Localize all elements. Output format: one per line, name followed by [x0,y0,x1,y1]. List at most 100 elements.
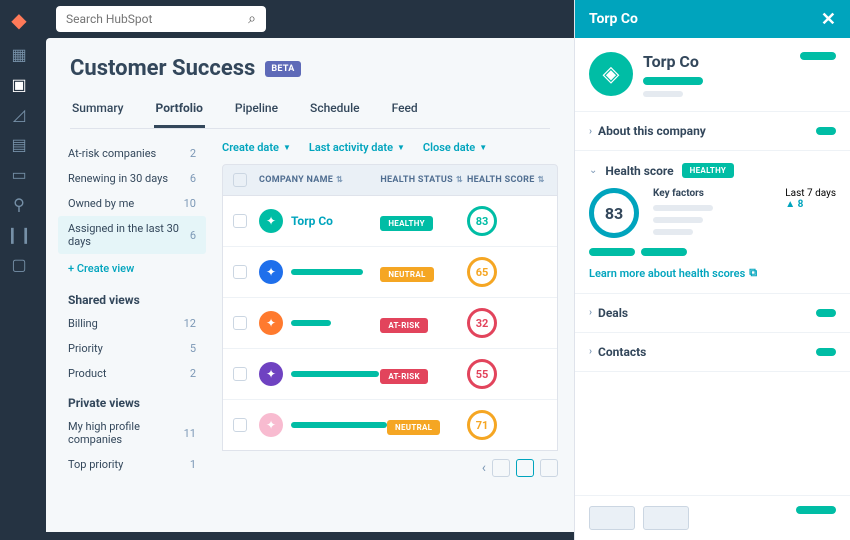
private-views-header: Private views [58,386,206,414]
score-ring: 32 [467,308,497,338]
row-checkbox[interactable] [233,316,247,330]
company-link[interactable]: Torp Co [291,214,333,228]
chevron-down-icon[interactable]: ⌄ [589,165,597,176]
sort-icon: ⇅ [456,175,463,184]
view-at-risk[interactable]: At-risk companies2 [58,141,206,166]
page-title: Customer Success [70,56,255,81]
last-7-label: Last 7 days [785,188,836,199]
page-3[interactable] [540,459,558,477]
nav-people-icon[interactable]: ⚲ [11,196,27,212]
page-header: Customer Success BETA Summary Portfolio … [46,38,574,129]
section-contacts[interactable]: ›Contacts [575,333,850,372]
view-assigned[interactable]: Assigned in the last 30 days6 [58,216,206,254]
search-input-wrap[interactable]: ⌕ [56,6,266,32]
footer-button-1[interactable] [589,506,635,530]
tab-pipeline[interactable]: Pipeline [233,95,280,128]
nav-folder-icon[interactable]: ▭ [11,166,27,182]
score-ring: 71 [467,410,497,440]
page-prev[interactable]: ‹ [482,460,486,476]
company-avatar: ✦ [259,209,283,233]
view-renewing[interactable]: Renewing in 30 days6 [58,166,206,191]
left-nav: ◆ ▦ ▣ ◿ ▤ ▭ ⚲ ❙❙ ▢ [0,0,38,540]
pagination: ‹ [222,451,558,485]
nav-box-icon[interactable]: ▢ [11,256,27,272]
panel-header: Torp Co ✕ [575,0,850,38]
section-about[interactable]: ›About this company [575,112,850,151]
chevron-right-icon: › [589,126,592,137]
chevron-right-icon: › [589,307,592,318]
section-health-score: ⌄ Health score HEALTHY 83 Key factors La… [575,151,850,294]
view-billing[interactable]: Billing12 [58,311,206,336]
row-checkbox[interactable] [233,265,247,279]
table-rows: ✦Torp Co HEALTHY 83 ✦ NEUTRAL 65 ✦ AT-RI… [222,196,558,451]
section-deals[interactable]: ›Deals [575,294,850,333]
create-view-link[interactable]: + Create view [58,254,206,283]
filter-create-date[interactable]: Create date▼ [222,141,291,154]
footer-button-2[interactable] [643,506,689,530]
nav-grid-icon[interactable]: ▦ [11,46,27,62]
sort-icon: ⇅ [336,175,343,184]
page-2[interactable] [516,459,534,477]
company-avatar: ✦ [259,413,283,437]
footer-action[interactable] [796,506,836,514]
company-name: Torp Co [643,52,790,71]
nav-send-icon[interactable]: ◿ [11,106,27,122]
list-area: Create date▼ Last activity date▼ Close d… [206,129,574,532]
company-bar [291,371,379,377]
tab-summary[interactable]: Summary [70,95,126,128]
col-score[interactable]: HEALTH SCORE⇅ [467,175,547,185]
hubspot-logo-icon[interactable]: ◆ [11,8,26,32]
view-priority[interactable]: Priority5 [58,336,206,361]
chevron-down-icon: ▼ [397,143,405,152]
table-row[interactable]: ✦ AT-RISK 32 [223,298,557,349]
tab-feed[interactable]: Feed [390,95,420,128]
stub [816,127,836,135]
table-row[interactable]: ✦Torp Co HEALTHY 83 [223,196,557,247]
view-owned[interactable]: Owned by me10 [58,191,206,216]
row-checkbox[interactable] [233,418,247,432]
row-checkbox[interactable] [233,214,247,228]
status-pill: HEALTHY [380,216,433,231]
topbar: ⌕ [38,0,574,38]
nav-doc-icon[interactable]: ▤ [11,136,27,152]
nav-contacts-icon[interactable]: ▣ [11,76,27,92]
col-status[interactable]: HEALTH STATUS⇅ [380,175,467,185]
row-checkbox[interactable] [233,367,247,381]
tab-portfolio[interactable]: Portfolio [154,95,205,128]
company-bar [643,77,703,85]
col-company[interactable]: COMPANY NAME⇅ [259,175,380,185]
nav-chart-icon[interactable]: ❙❙ [11,226,27,242]
company-avatar: ✦ [259,362,283,386]
main-column: ⌕ Customer Success BETA Summary Portfoli… [38,0,574,540]
select-all-checkbox[interactable] [233,173,247,187]
view-product[interactable]: Product2 [58,361,206,386]
page-1[interactable] [492,459,510,477]
stub [816,309,836,317]
table-row[interactable]: ✦ AT-RISK 55 [223,349,557,400]
delta-value: ▲ 8 [785,199,836,210]
placeholder [643,91,683,97]
learn-more-link[interactable]: Learn more about health scores ⧉ [589,266,757,280]
score-ring: 65 [467,257,497,287]
status-pill: NEUTRAL [387,420,440,435]
content-area: Customer Success BETA Summary Portfolio … [46,38,574,532]
tab-schedule[interactable]: Schedule [308,95,362,128]
filter-last-activity[interactable]: Last activity date▼ [309,141,405,154]
status-pill: AT-RISK [380,369,428,384]
company-avatar: ✦ [259,311,283,335]
view-top-priority[interactable]: Top priority1 [58,452,206,477]
filter-close-date[interactable]: Close date▼ [423,141,487,154]
chevron-down-icon: ▼ [479,143,487,152]
table-row[interactable]: ✦ NEUTRAL 71 [223,400,557,450]
stub [816,348,836,356]
chevron-down-icon: ▼ [283,143,291,152]
health-score-ring: 83 [589,188,639,238]
table-row[interactable]: ✦ NEUTRAL 65 [223,247,557,298]
search-icon[interactable]: ⌕ [248,11,256,27]
workspace: At-risk companies2 Renewing in 30 days6 … [46,129,574,532]
search-input[interactable] [66,12,240,26]
close-icon[interactable]: ✕ [821,9,836,30]
action-stub[interactable] [800,52,836,60]
company-bar [291,422,387,428]
view-high-profile[interactable]: My high profile companies11 [58,414,206,452]
